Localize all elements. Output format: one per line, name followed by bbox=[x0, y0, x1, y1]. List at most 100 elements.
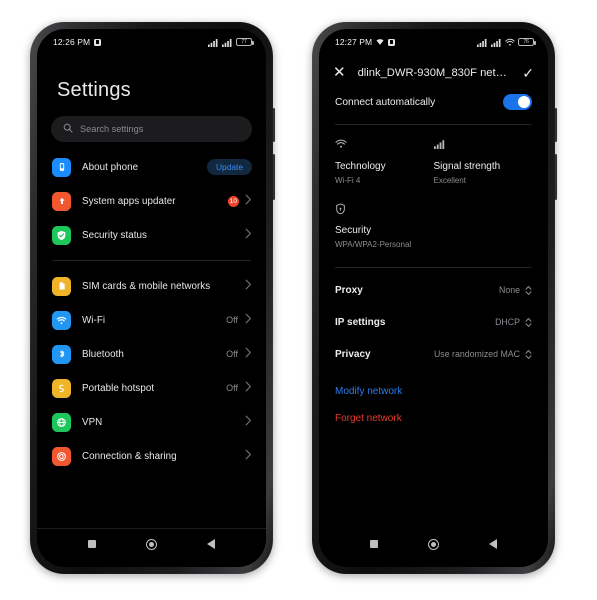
chevron-updown-icon[interactable] bbox=[525, 317, 532, 328]
setting-row-label: Privacy bbox=[335, 348, 371, 360]
connect-automatically-label: Connect automatically bbox=[335, 96, 436, 108]
info-cell-technology: Technology Wi-Fi 4 bbox=[335, 139, 434, 185]
wifi-icon bbox=[52, 310, 71, 330]
phone-info-icon bbox=[52, 157, 71, 177]
info-cell-security: Security WPA/WPA2-Personal bbox=[335, 203, 434, 249]
network-info-grid-top: Technology Wi-Fi 4 Signal strength Excel… bbox=[319, 125, 548, 185]
volume-button-left[interactable] bbox=[272, 108, 275, 142]
setting-row-proxy[interactable]: Proxy None bbox=[319, 274, 548, 306]
connect-automatically-toggle[interactable] bbox=[503, 94, 532, 110]
section-divider bbox=[335, 267, 532, 268]
power-button-left[interactable] bbox=[272, 154, 275, 200]
wifi-icon bbox=[335, 139, 434, 152]
network-info-grid-bottom: Security WPA/WPA2-Personal bbox=[319, 185, 548, 249]
chevron-right-icon bbox=[245, 415, 252, 429]
sidebar-item-system-apps-updater[interactable]: System apps updater 10 bbox=[37, 184, 266, 218]
setting-row-label: Proxy bbox=[335, 284, 363, 296]
info-cell-title: Signal strength bbox=[433, 161, 501, 172]
phone-screen-settings: 12:26 PM 77 Settings Search settings Abo… bbox=[37, 29, 266, 567]
power-button-right[interactable] bbox=[554, 154, 557, 200]
status-time: 12:27 PM bbox=[335, 37, 373, 47]
close-icon[interactable]: ✕ bbox=[333, 65, 346, 80]
sidebar-item-sim-cards[interactable]: SIM cards & mobile networks bbox=[37, 269, 266, 303]
sidebar-item-value: Off bbox=[226, 349, 238, 359]
sidebar-item-value: Off bbox=[226, 383, 238, 393]
search-placeholder: Search settings bbox=[80, 124, 144, 134]
info-cell-title: Security bbox=[335, 225, 372, 236]
volume-button-right[interactable] bbox=[554, 108, 557, 142]
status-bar-left: 12:26 PM 77 bbox=[37, 29, 266, 55]
sidebar-item-about-phone[interactable]: About phone Update bbox=[37, 150, 266, 184]
chevron-right-icon bbox=[245, 347, 252, 361]
chevron-right-icon bbox=[245, 449, 252, 463]
info-cell-value: WPA/WPA2-Personal bbox=[335, 240, 412, 249]
sidebar-item-label: Connection & sharing bbox=[82, 450, 177, 462]
phone-device-left: 12:26 PM 77 Settings Search settings Abo… bbox=[30, 22, 275, 574]
sidebar-item-security-status[interactable]: Security status bbox=[37, 218, 266, 252]
chevron-right-icon bbox=[245, 381, 252, 395]
confirm-check-icon[interactable]: ✓ bbox=[522, 66, 534, 80]
sidebar-item-label: Wi-Fi bbox=[82, 314, 106, 326]
navigation-bar-right bbox=[319, 529, 548, 559]
home-circle-icon[interactable] bbox=[146, 538, 157, 550]
search-input[interactable]: Search settings bbox=[51, 116, 252, 142]
cellular-signal-icon bbox=[491, 38, 502, 47]
status-badge: 10 bbox=[227, 195, 239, 207]
bluetooth-icon bbox=[52, 344, 71, 364]
recents-square-icon[interactable] bbox=[370, 540, 378, 548]
home-circle-icon[interactable] bbox=[428, 538, 439, 550]
setting-row-ip-settings[interactable]: IP settings DHCP bbox=[319, 306, 548, 338]
chevron-right-icon bbox=[245, 228, 252, 242]
sidebar-item-connection-sharing[interactable]: Connection & sharing bbox=[37, 439, 266, 473]
navigation-bar-left bbox=[37, 529, 266, 559]
alarm-square-icon bbox=[388, 38, 396, 46]
hotspot-icon bbox=[52, 378, 71, 398]
chevron-right-icon bbox=[245, 279, 252, 293]
list-divider bbox=[52, 260, 251, 261]
setting-row-privacy[interactable]: Privacy Use randomized MAC bbox=[319, 338, 548, 370]
settings-list: About phone Update System apps updater 1… bbox=[37, 142, 266, 473]
sidebar-item-label: Security status bbox=[82, 229, 147, 241]
wifi-icon bbox=[376, 38, 384, 46]
update-badge[interactable]: Update bbox=[206, 159, 252, 175]
shield-icon bbox=[335, 203, 434, 216]
cellular-signal-icon bbox=[208, 38, 219, 47]
sim-card-icon bbox=[52, 276, 71, 296]
sidebar-item-label: About phone bbox=[82, 161, 139, 173]
recents-square-icon[interactable] bbox=[88, 540, 96, 548]
page-title: Settings bbox=[57, 79, 131, 101]
back-triangle-icon[interactable] bbox=[207, 539, 215, 549]
vpn-globe-icon bbox=[52, 412, 71, 432]
sidebar-item-label: Bluetooth bbox=[82, 348, 124, 360]
sidebar-item-wifi[interactable]: Wi-Fi Off bbox=[37, 303, 266, 337]
wifi-icon bbox=[505, 38, 515, 47]
setting-row-label: IP settings bbox=[335, 316, 386, 328]
wifi-detail-header: ✕ dlink_DWR-930M_830F net… ✓ bbox=[319, 55, 548, 80]
chevron-updown-icon[interactable] bbox=[525, 285, 532, 296]
battery-icon: 76 bbox=[518, 37, 536, 47]
status-bar-right: 12:27 PM 76 bbox=[319, 29, 548, 55]
info-cell-title: Technology bbox=[335, 161, 386, 172]
sidebar-item-value: Off bbox=[226, 315, 238, 325]
info-cell-value: Excellent bbox=[433, 176, 466, 185]
signal-bars-icon bbox=[433, 139, 533, 152]
info-cell-signal-strength: Signal strength Excellent bbox=[433, 139, 533, 185]
screenshot-canvas: 12:26 PM 77 Settings Search settings Abo… bbox=[0, 0, 597, 600]
setting-row-value: None bbox=[498, 285, 520, 295]
forget-network-link[interactable]: Forget network bbox=[319, 397, 548, 424]
back-triangle-icon[interactable] bbox=[489, 539, 497, 549]
modify-network-link[interactable]: Modify network bbox=[319, 370, 548, 397]
sidebar-item-vpn[interactable]: VPN bbox=[37, 405, 266, 439]
info-cell-empty bbox=[434, 203, 533, 249]
sidebar-item-label: VPN bbox=[82, 416, 103, 428]
sidebar-item-portable-hotspot[interactable]: Portable hotspot Off bbox=[37, 371, 266, 405]
chevron-updown-icon[interactable] bbox=[525, 349, 532, 360]
setting-row-value-wrap: DHCP bbox=[495, 317, 532, 328]
sidebar-item-label: SIM cards & mobile networks bbox=[82, 280, 211, 292]
connect-automatically-row[interactable]: Connect automatically bbox=[319, 80, 548, 110]
setting-row-value-wrap: None bbox=[499, 285, 532, 296]
sidebar-item-label: System apps updater bbox=[82, 195, 176, 207]
sidebar-item-bluetooth[interactable]: Bluetooth Off bbox=[37, 337, 266, 371]
search-icon bbox=[63, 123, 73, 136]
setting-row-value: Use randomized MAC bbox=[433, 349, 520, 359]
